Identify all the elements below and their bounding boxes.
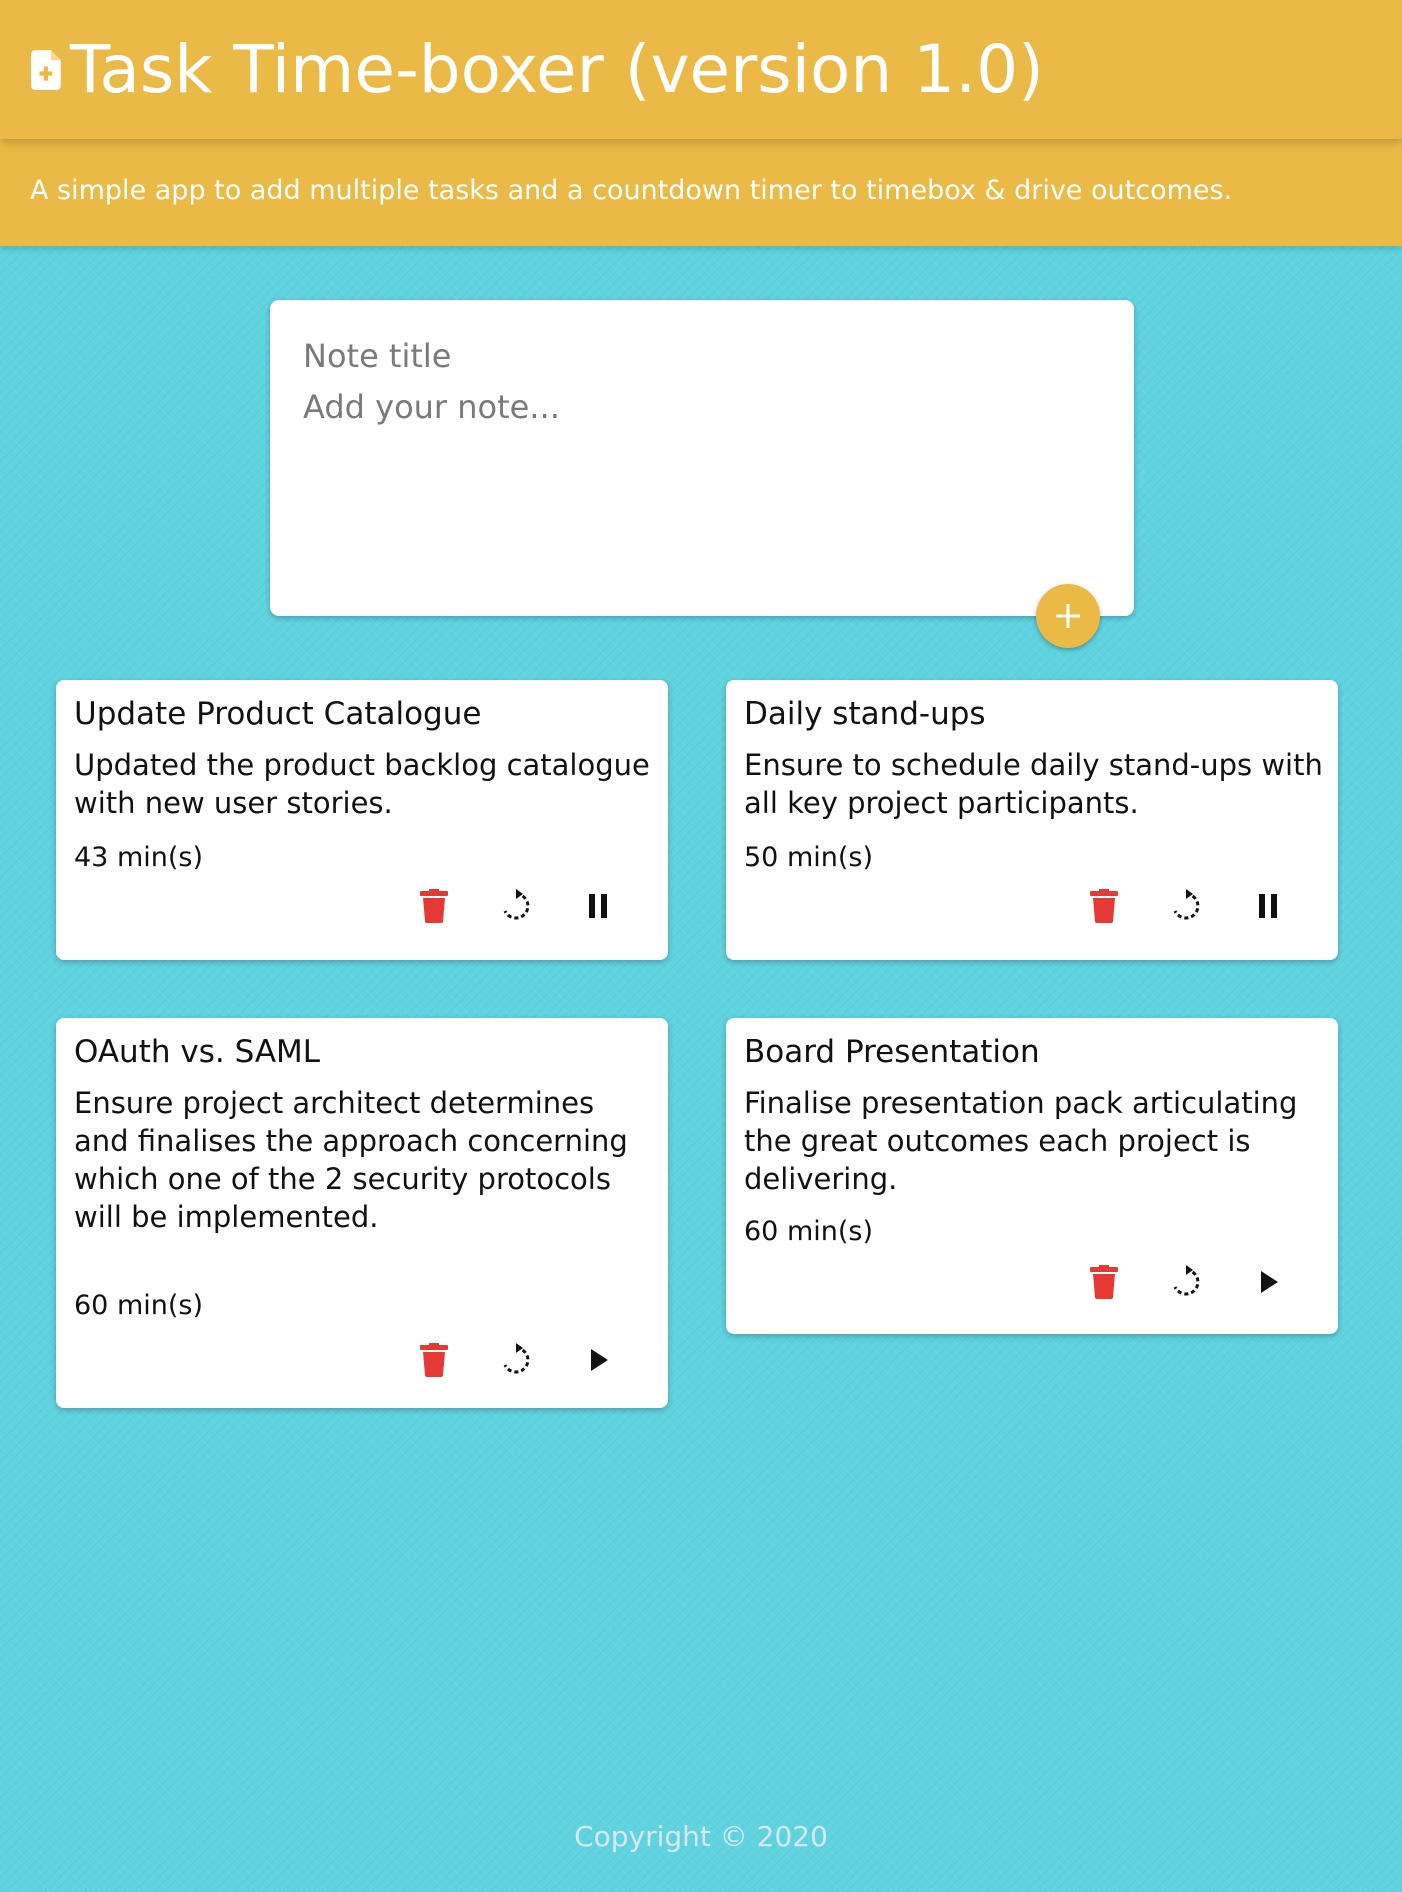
note-title: Update Product Catalogue [74, 696, 482, 732]
delete-button[interactable] [1082, 1260, 1126, 1304]
play-icon [591, 1349, 608, 1371]
note-content: Finalise presentation pack articulating … [744, 1086, 1298, 1196]
delete-button[interactable] [412, 1338, 456, 1382]
app-subtitle-bar: A simple app to add multiple tasks and a… [0, 139, 1402, 246]
note-content: Ensure project architect determines and … [74, 1086, 628, 1234]
footer: Copyright © 2020 [0, 1820, 1402, 1853]
play-icon [1261, 1271, 1278, 1293]
note-card: Board Presentation Finalise presentation… [726, 1018, 1338, 1334]
note-timer: 50 min(s) [744, 842, 873, 873]
note-content-input[interactable] [303, 388, 1093, 588]
play-button[interactable] [576, 1338, 620, 1382]
delete-icon [420, 889, 448, 923]
restart-icon [503, 1343, 530, 1374]
restart-icon [503, 889, 530, 920]
restart-button[interactable] [494, 1338, 538, 1382]
pause-button[interactable] [576, 884, 620, 928]
restart-icon [1173, 889, 1200, 920]
note-title: Daily stand-ups [744, 696, 986, 732]
add-note-button[interactable] [1036, 584, 1100, 648]
note-card: Daily stand-ups Ensure to schedule daily… [726, 680, 1338, 960]
note-content: Ensure to schedule daily stand-ups with … [744, 748, 1323, 820]
copyright-text: Copyright © 2020 [574, 1820, 828, 1853]
delete-button[interactable] [412, 884, 456, 928]
restart-icon [1173, 1265, 1200, 1296]
delete-icon [1090, 889, 1118, 923]
app-title: Task Time-boxer (version 1.0) [70, 31, 1044, 108]
note-title: OAuth vs. SAML [74, 1034, 321, 1070]
note-title: Board Presentation [744, 1034, 1040, 1070]
note-title-input[interactable] [303, 332, 1093, 380]
pause-button[interactable] [1246, 884, 1290, 928]
delete-icon [1090, 1265, 1118, 1299]
note-timer: 43 min(s) [74, 842, 203, 873]
app-subtitle: A simple app to add multiple tasks and a… [30, 175, 1233, 206]
plus-icon [1056, 604, 1080, 628]
pause-icon [589, 894, 607, 918]
play-button[interactable] [1246, 1260, 1290, 1304]
note-timer: 60 min(s) [744, 1216, 873, 1247]
delete-icon [420, 1343, 448, 1377]
note-card: OAuth vs. SAML Ensure project architect … [56, 1018, 668, 1408]
pause-icon [1259, 894, 1277, 918]
note-card: Update Product Catalogue Updated the pro… [56, 680, 668, 960]
note-add-icon [31, 50, 61, 90]
note-content: Updated the product backlog catalogue wi… [74, 748, 650, 820]
note-timer: 60 min(s) [74, 1290, 203, 1321]
restart-button[interactable] [494, 884, 538, 928]
restart-button[interactable] [1164, 884, 1208, 928]
delete-button[interactable] [1082, 884, 1126, 928]
create-note-form [270, 300, 1134, 616]
app-header: Task Time-boxer (version 1.0) [0, 0, 1402, 139]
restart-button[interactable] [1164, 1260, 1208, 1304]
